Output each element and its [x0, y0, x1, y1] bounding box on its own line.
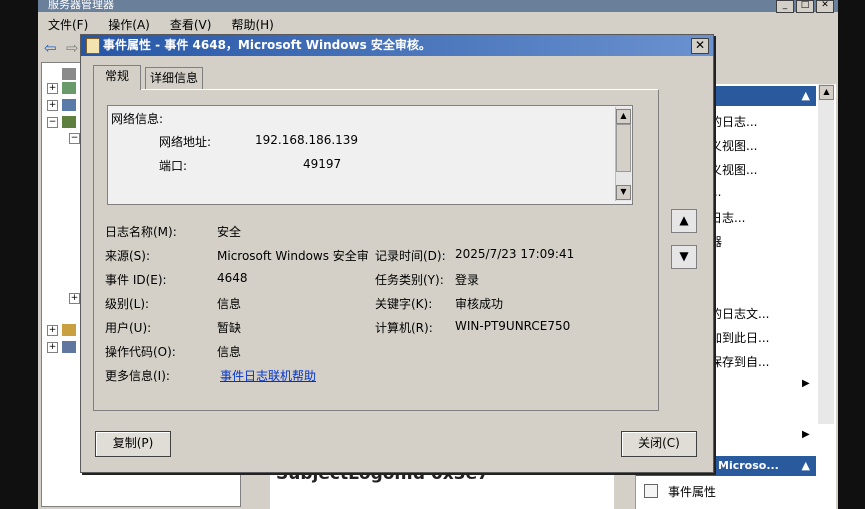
menu-bar: 文件(F) 操作(A) 查看(V) 帮助(H)	[38, 13, 838, 35]
network-info-heading: 网络信息:	[111, 112, 164, 126]
section-header-label: Microso...	[718, 459, 779, 472]
expand-icon[interactable]: +	[47, 325, 58, 336]
collapse-icon[interactable]: −	[47, 117, 58, 128]
tab-general[interactable]: 常规	[93, 65, 141, 90]
user-value: 暂缺	[217, 321, 242, 335]
level-label: 级别(L):	[105, 297, 150, 311]
forward-arrow-icon[interactable]: ⇨	[66, 39, 79, 57]
event-properties-icon	[86, 38, 100, 54]
opcode-label: 操作代码(O):	[105, 345, 176, 359]
log-name-value: 安全	[217, 225, 242, 239]
maximize-button[interactable]: □	[796, 0, 814, 13]
event-properties-action[interactable]: 事件属性	[668, 483, 716, 500]
menu-file[interactable]: 文件(F)	[38, 16, 98, 33]
collapse-icon[interactable]: −	[69, 133, 80, 144]
submenu-arrow-icon[interactable]: ▶	[802, 429, 810, 440]
description-scrollbar[interactable]: ▲ ▼	[615, 107, 631, 201]
event-id-label: 事件 ID(E):	[105, 273, 167, 287]
level-value: 信息	[217, 297, 242, 311]
storage-icon	[62, 341, 76, 353]
close-dialog-button[interactable]: 关闭(C)	[621, 431, 697, 457]
port-value: 49197	[303, 157, 342, 171]
close-button[interactable]: ✕	[816, 0, 834, 13]
action-item[interactable]: 的日志文...	[710, 305, 769, 322]
arrow-up-icon: ▲	[679, 213, 689, 227]
source-label: 来源(S):	[105, 249, 151, 263]
keywords-label: 关键字(K):	[375, 297, 433, 311]
computer-label: 计算机(R):	[375, 321, 433, 335]
expand-icon[interactable]: +	[47, 342, 58, 353]
network-address-label: 网络地址:	[159, 135, 212, 149]
dialog-close-button[interactable]: ✕	[691, 38, 709, 54]
scroll-up-icon[interactable]: ▲	[616, 109, 631, 124]
log-name-label: 日志名称(M):	[105, 225, 177, 239]
keywords-value: 审核成功	[455, 297, 504, 311]
previous-event-button[interactable]: ▲	[671, 209, 697, 233]
back-arrow-icon[interactable]: ⇦	[44, 39, 57, 57]
features-icon	[62, 99, 76, 111]
expand-icon[interactable]: +	[69, 293, 80, 304]
server-icon	[62, 68, 76, 80]
action-item[interactable]: 保存到自...	[710, 353, 769, 370]
task-category-label: 任务类别(Y):	[375, 273, 444, 287]
action-item[interactable]: 加到此日...	[710, 329, 769, 346]
event-properties-dialog: 事件属性 - 事件 4648，Microsoft Windows 安全审核。 ✕…	[80, 34, 714, 473]
dialog-titlebar: 事件属性 - 事件 4648，Microsoft Windows 安全审核。 ✕	[81, 35, 713, 56]
dialog-title: 事件属性 - 事件 4648，Microsoft Windows 安全审核。	[103, 38, 431, 52]
online-help-link[interactable]: 事件日志联机帮助	[220, 367, 316, 384]
scroll-down-icon[interactable]: ▼	[616, 185, 631, 200]
window-title: 服务器管理器	[38, 0, 838, 12]
event-description-box[interactable]: 网络信息: 网络地址: 192.168.186.139 端口: 49197	[107, 105, 633, 205]
scroll-up-icon[interactable]: ▲	[819, 85, 834, 100]
menu-action[interactable]: 操作(A)	[98, 16, 160, 33]
configuration-icon	[62, 324, 76, 336]
event-id-value: 4648	[217, 271, 248, 285]
expand-icon[interactable]: +	[47, 100, 58, 111]
network-address-value: 192.168.186.139	[255, 133, 359, 147]
logged-label: 记录时间(D):	[375, 249, 446, 263]
task-category-value: 登录	[455, 273, 480, 287]
minimize-button[interactable]: _	[776, 0, 794, 13]
menu-view[interactable]: 查看(V)	[160, 16, 222, 33]
tab-details[interactable]: 详细信息	[145, 67, 203, 90]
action-item[interactable]: 日志...	[710, 209, 745, 226]
user-label: 用户(U):	[105, 321, 152, 335]
copy-button[interactable]: 复制(P)	[95, 431, 171, 457]
action-item[interactable]: 义视图...	[710, 161, 757, 178]
action-item[interactable]: 义视图...	[710, 137, 757, 154]
source-value: Microsoft Windows 安全审	[217, 249, 369, 263]
collapse-up-icon[interactable]: ▲	[802, 86, 810, 106]
menu-help[interactable]: 帮助(H)	[221, 16, 283, 33]
port-label: 端口:	[159, 159, 188, 173]
logged-value: 2025/7/23 17:09:41	[455, 247, 575, 261]
collapse-up-icon[interactable]: ▲	[802, 456, 810, 476]
properties-icon	[644, 484, 658, 498]
diagnostics-icon	[62, 116, 76, 128]
arrow-down-icon: ▼	[679, 249, 689, 263]
computer-value: WIN-PT9UNRCE750	[455, 319, 571, 333]
action-item[interactable]: 的日志...	[710, 113, 757, 130]
actions-scrollbar[interactable]: ▲	[818, 84, 834, 424]
submenu-arrow-icon[interactable]: ▶	[802, 378, 810, 389]
window-controls: _ □ ✕	[776, 0, 834, 13]
roles-icon	[62, 82, 76, 94]
next-event-button[interactable]: ▼	[671, 245, 697, 269]
more-info-label: 更多信息(I):	[105, 369, 170, 383]
scroll-thumb[interactable]	[616, 124, 631, 172]
expand-icon[interactable]: +	[47, 83, 58, 94]
opcode-value: 信息	[217, 345, 242, 359]
